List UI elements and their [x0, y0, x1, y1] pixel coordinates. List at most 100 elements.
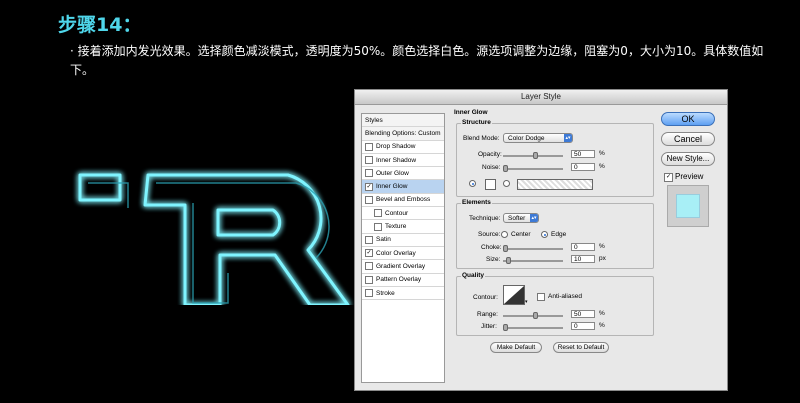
- checkbox-drop-shadow[interactable]: [365, 142, 373, 151]
- anti-aliased-label: Anti-aliased: [548, 293, 582, 300]
- style-item-label: Color Overlay: [376, 249, 416, 257]
- structure-group: Structure Blend Mode: Color Dodge ▴▾ Opac…: [456, 119, 654, 197]
- style-item-label: Gradient Overlay: [376, 262, 426, 270]
- checkbox-satin[interactable]: [365, 235, 373, 244]
- noise-slider[interactable]: [503, 165, 563, 172]
- source-center-label: Center: [511, 231, 531, 238]
- source-center-radio[interactable]: [501, 231, 508, 238]
- size-input[interactable]: 10: [571, 255, 595, 263]
- elements-group: Elements Technique: Softer ▴▾ Source: Cen…: [456, 199, 654, 269]
- noise-input[interactable]: 0: [571, 163, 595, 171]
- glowing-tr-artwork: [78, 173, 350, 305]
- choke-slider-thumb[interactable]: [503, 245, 508, 252]
- style-item-inner-glow[interactable]: Inner Glow: [362, 180, 444, 194]
- ok-button[interactable]: OK: [661, 112, 715, 126]
- step-title: 步骤14：: [58, 14, 142, 36]
- style-item-bevel-emboss[interactable]: Bevel and Emboss: [362, 194, 444, 208]
- range-input[interactable]: 50: [571, 310, 595, 318]
- checkbox-texture[interactable]: [374, 222, 382, 231]
- preview-thumbnail: [667, 185, 709, 227]
- gradient-radio[interactable]: [503, 180, 510, 187]
- range-unit: %: [599, 310, 605, 317]
- source-label: Source:: [478, 231, 501, 238]
- jitter-input[interactable]: 0: [571, 322, 595, 330]
- size-unit: px: [599, 255, 606, 262]
- style-item-label: Inner Shadow: [376, 156, 417, 164]
- style-item-drop-shadow[interactable]: Drop Shadow: [362, 141, 444, 154]
- size-label: Size:: [486, 256, 501, 263]
- choke-label: Choke:: [481, 244, 502, 251]
- jitter-unit: %: [599, 322, 605, 329]
- size-slider[interactable]: [503, 257, 563, 264]
- style-item-label: Texture: [385, 223, 407, 231]
- preview-checkbox[interactable]: [664, 173, 673, 182]
- make-default-button[interactable]: Make Default: [490, 342, 542, 353]
- checkbox-inner-shadow[interactable]: [365, 156, 373, 165]
- choke-slider[interactable]: [503, 245, 563, 252]
- blending-options-item[interactable]: Blending Options: Custom: [362, 127, 444, 141]
- jitter-slider[interactable]: [503, 324, 563, 331]
- blend-mode-value: Color Dodge: [508, 135, 545, 142]
- style-item-color-overlay[interactable]: Color Overlay: [362, 247, 444, 261]
- range-label: Range:: [477, 311, 498, 318]
- checkbox-bevel-emboss[interactable]: [365, 195, 373, 204]
- checkbox-pattern-overlay[interactable]: [365, 275, 373, 284]
- blend-mode-select[interactable]: Color Dodge ▴▾: [503, 133, 573, 143]
- dialog-title: Layer Style: [355, 90, 727, 105]
- styles-header[interactable]: Styles: [362, 114, 444, 128]
- style-item-label: Satin: [376, 236, 391, 244]
- jitter-slider-thumb[interactable]: [503, 324, 508, 331]
- range-slider-thumb[interactable]: [533, 312, 538, 319]
- opacity-slider-thumb[interactable]: [533, 152, 538, 159]
- panel-title: Inner Glow: [454, 109, 488, 116]
- style-item-inner-shadow[interactable]: Inner Shadow: [362, 154, 444, 168]
- noise-label: Noise:: [482, 164, 501, 171]
- noise-unit: %: [599, 163, 605, 170]
- checkbox-color-overlay[interactable]: [365, 249, 373, 258]
- style-item-pattern-overlay[interactable]: Pattern Overlay: [362, 274, 444, 287]
- checkbox-stroke[interactable]: [365, 289, 373, 297]
- style-item-texture[interactable]: Texture: [362, 220, 444, 234]
- glow-color-swatch[interactable]: [485, 179, 496, 190]
- reset-default-button[interactable]: Reset to Default: [553, 342, 609, 353]
- new-style-button[interactable]: New Style...: [661, 152, 715, 166]
- technique-label: Technique:: [469, 215, 501, 222]
- structure-title: Structure: [461, 119, 492, 126]
- opacity-label: Opacity:: [478, 151, 502, 158]
- jitter-label: Jitter:: [481, 323, 497, 330]
- size-slider-thumb[interactable]: [506, 257, 511, 264]
- quality-group: Quality Contour: ▾ Anti-aliased Range: 5…: [456, 272, 654, 336]
- style-item-contour[interactable]: Contour: [362, 207, 444, 221]
- contour-picker[interactable]: [503, 285, 525, 305]
- style-item-label: Pattern Overlay: [376, 276, 422, 284]
- color-radio[interactable]: [469, 180, 476, 187]
- technique-value: Softer: [508, 215, 526, 222]
- checkbox-outer-glow[interactable]: [365, 169, 373, 178]
- style-item-outer-glow[interactable]: Outer Glow: [362, 167, 444, 181]
- style-item-gradient-overlay[interactable]: Gradient Overlay: [362, 260, 444, 274]
- style-item-satin[interactable]: Satin: [362, 234, 444, 247]
- blend-mode-label: Blend Mode:: [463, 135, 500, 142]
- style-item-stroke[interactable]: Stroke: [362, 287, 444, 301]
- style-item-label: Stroke: [376, 289, 395, 297]
- noise-slider-thumb[interactable]: [503, 165, 508, 172]
- style-item-label: Outer Glow: [376, 169, 409, 177]
- gradient-picker[interactable]: [517, 179, 593, 190]
- choke-input[interactable]: 0: [571, 243, 595, 251]
- preview-swatch: [676, 194, 700, 218]
- range-slider[interactable]: [503, 312, 563, 319]
- checkbox-gradient-overlay[interactable]: [365, 262, 373, 271]
- anti-aliased-checkbox[interactable]: [537, 293, 545, 301]
- style-item-label: Bevel and Emboss: [376, 196, 431, 204]
- quality-title: Quality: [461, 272, 486, 279]
- select-arrow-icon: ▴▾: [530, 214, 538, 222]
- opacity-input[interactable]: 50: [571, 150, 595, 158]
- opacity-slider[interactable]: [503, 152, 563, 159]
- checkbox-inner-glow[interactable]: [365, 182, 373, 191]
- technique-select[interactable]: Softer ▴▾: [503, 213, 539, 223]
- checkbox-contour[interactable]: [374, 209, 382, 218]
- cancel-button[interactable]: Cancel: [661, 132, 715, 146]
- source-edge-radio[interactable]: [541, 231, 548, 238]
- contour-dropdown-icon[interactable]: ▾: [525, 299, 528, 305]
- source-edge-label: Edge: [551, 231, 567, 238]
